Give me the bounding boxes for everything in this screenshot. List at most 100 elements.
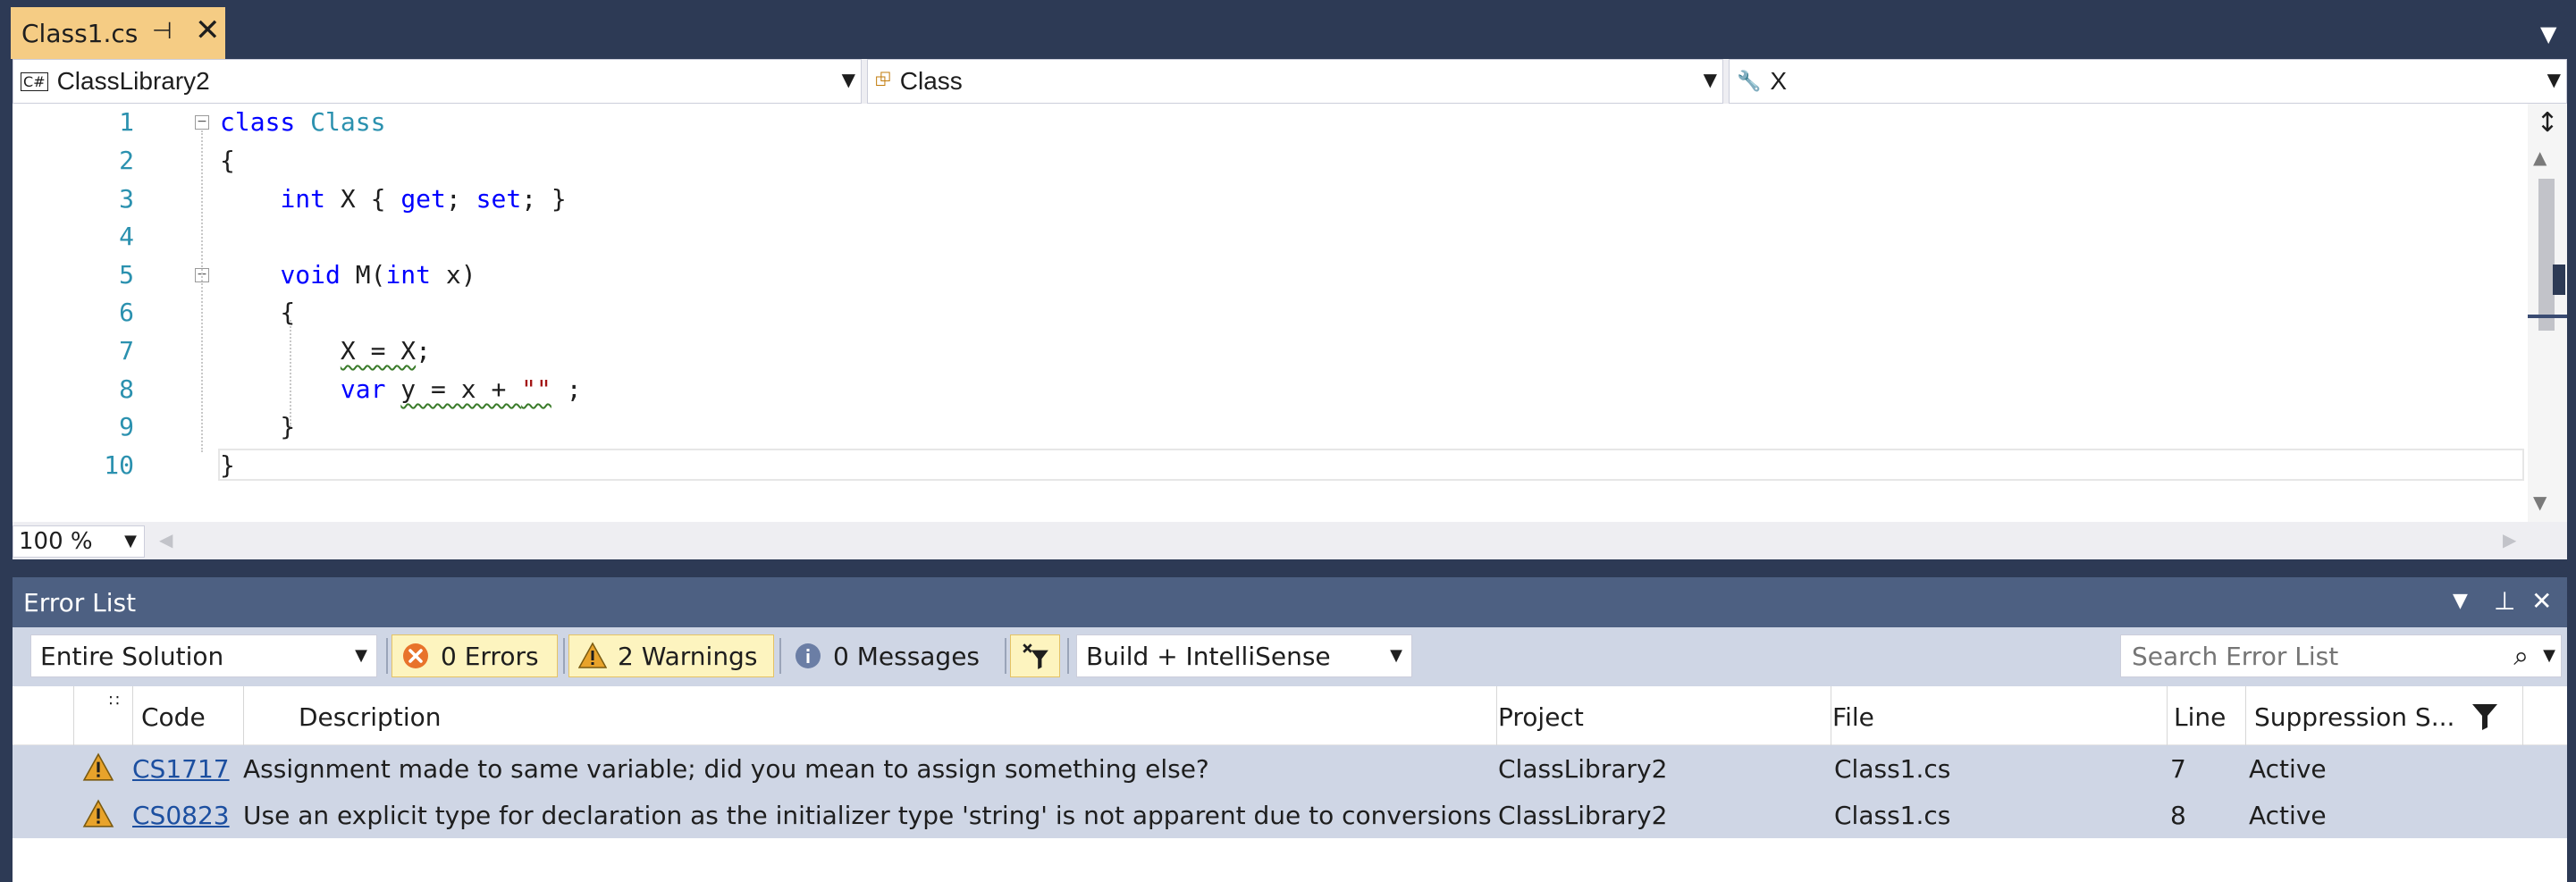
error-list-title-bar[interactable]: Error List ▼ ⊥ ✕: [13, 577, 2567, 627]
document-tab-label: Class1.cs: [21, 18, 139, 48]
document-tab-class1[interactable]: Class1.cs ⊣ ✕: [11, 7, 225, 59]
line-number: 7: [119, 336, 134, 365]
error-code-link[interactable]: CS1717: [132, 754, 230, 784]
property-wrench-icon: 🔧: [1737, 70, 1762, 93]
project-dropdown-value: ClassLibrary2: [56, 67, 210, 95]
chevron-down-icon: ▼: [355, 646, 367, 665]
member-dropdown-value: X: [1770, 67, 1788, 95]
chevron-down-icon: ▼: [124, 532, 137, 550]
scroll-up-arrow-icon[interactable]: ▲: [2533, 147, 2547, 168]
error-file: Class1.cs: [1834, 754, 1951, 784]
warnings-filter-button[interactable]: 2 Warnings: [568, 634, 774, 677]
line-number: 6: [119, 298, 134, 327]
search-icon[interactable]: ⌕: [2513, 641, 2529, 672]
chevron-down-icon: ▼: [1390, 646, 1402, 665]
chevron-down-icon: ▼: [841, 69, 855, 90]
column-header-line[interactable]: Line: [2174, 702, 2226, 732]
csharp-project-icon: C#: [21, 71, 48, 91]
code-line-2: {: [220, 146, 235, 175]
error-project: ClassLibrary2: [1498, 801, 1668, 830]
column-divider[interactable]: [243, 686, 244, 745]
zoom-value: 100 %: [19, 528, 93, 555]
error-list-column-header: ∷ Code Description Project File Line Sup…: [13, 686, 2567, 745]
project-dropdown[interactable]: C# ClassLibrary2 ▼: [13, 59, 862, 104]
error-suppression-state: Active: [2249, 754, 2327, 784]
close-icon[interactable]: ✕: [2531, 586, 2552, 616]
code-line-5: void M(int x): [280, 260, 476, 290]
search-error-list-box[interactable]: ⌕ ▼: [2120, 634, 2562, 677]
line-number: 9: [119, 412, 134, 441]
close-icon[interactable]: ✕: [195, 13, 221, 48]
column-header-description[interactable]: Description: [299, 702, 441, 732]
collapse-region-icon[interactable]: −: [195, 115, 209, 130]
column-header-file[interactable]: File: [1832, 702, 1874, 732]
member-dropdown[interactable]: 🔧 X ▼: [1729, 59, 2567, 104]
column-divider[interactable]: [2245, 686, 2246, 745]
errors-filter-button[interactable]: 0 Errors: [391, 634, 558, 677]
column-filter-icon[interactable]: [2471, 702, 2499, 731]
messages-filter-button[interactable]: 0 Messages: [785, 634, 999, 677]
column-header-suppression[interactable]: Suppression S...: [2254, 702, 2454, 732]
tab-overflow-chevron-down-icon[interactable]: ▼: [2540, 21, 2556, 46]
navigation-bar: C# ClassLibrary2 ▼ ⮺ Class ▼ 🔧 X ▼: [13, 59, 2567, 104]
column-divider[interactable]: [73, 686, 74, 745]
error-file: Class1.cs: [1834, 801, 1951, 830]
filter-clear-icon: [1023, 643, 1048, 669]
type-dropdown-value: Class: [899, 67, 963, 95]
pin-icon[interactable]: ⊥: [2494, 586, 2515, 616]
column-header-code[interactable]: Code: [141, 702, 206, 732]
toolbar-separator: [779, 638, 781, 674]
column-divider[interactable]: [1496, 686, 1497, 745]
build-filter-value: Build + IntelliSense: [1086, 641, 1331, 671]
pin-icon[interactable]: ⊣: [152, 18, 173, 45]
scrollbar-caret-marker: [2553, 265, 2565, 295]
line-number: 3: [119, 184, 134, 214]
messages-filter-label: 0 Messages: [833, 641, 981, 671]
error-list-toolbar: Entire Solution ▼ 0 Errors 2 Warnings 0 …: [13, 627, 2567, 686]
zoom-dropdown[interactable]: 100 % ▼: [13, 525, 145, 558]
scope-dropdown[interactable]: Entire Solution ▼: [30, 634, 377, 677]
toolbar-separator: [1005, 638, 1006, 674]
code-line-1: class Class: [220, 107, 386, 137]
filter-toggle-button[interactable]: [1010, 634, 1060, 677]
info-icon: [796, 643, 821, 668]
code-line-6: {: [220, 298, 296, 327]
chevron-down-icon[interactable]: ▼: [2543, 646, 2555, 665]
search-input[interactable]: [2130, 640, 2491, 672]
line-number: 5: [119, 260, 134, 290]
code-line-9: }: [220, 412, 296, 441]
window-menu-chevron-down-icon[interactable]: ▼: [2453, 590, 2468, 612]
toolbar-separator: [386, 638, 388, 674]
column-header-project[interactable]: Project: [1498, 702, 1584, 732]
line-number: 4: [119, 222, 134, 251]
line-number: 2: [119, 146, 134, 175]
scroll-right-arrow-icon[interactable]: ▶: [2503, 529, 2516, 550]
split-window-icon[interactable]: ↕: [2533, 107, 2562, 139]
code-line-7: X = X;: [340, 336, 432, 365]
chevron-down-icon: ▼: [1703, 69, 1717, 90]
warning-icon: [578, 642, 607, 668]
toolbar-separator: [563, 638, 565, 674]
error-line: 7: [2170, 754, 2186, 784]
error-list-title: Error List: [23, 588, 137, 617]
column-divider[interactable]: [132, 686, 133, 745]
error-list-row[interactable]: CS1717 Assignment made to same variable;…: [13, 745, 2567, 792]
column-divider[interactable]: [2167, 686, 2168, 745]
error-icon: [403, 643, 428, 668]
build-filter-dropdown[interactable]: Build + IntelliSense ▼: [1076, 634, 1412, 677]
warning-icon: [82, 752, 114, 781]
error-list-row[interactable]: CS0823 Use an explicit type for declarat…: [13, 792, 2567, 838]
error-code-link[interactable]: CS0823: [132, 801, 230, 830]
scope-dropdown-value: Entire Solution: [40, 641, 224, 671]
editor-horizontal-scrollbar[interactable]: [13, 522, 2567, 559]
column-chooser-icon[interactable]: ∷: [109, 692, 119, 710]
column-divider[interactable]: [2522, 686, 2523, 745]
error-description: Assignment made to same variable; did yo…: [243, 754, 1209, 784]
scroll-down-arrow-icon[interactable]: ▼: [2533, 491, 2547, 513]
scroll-left-arrow-icon[interactable]: ◀: [159, 529, 173, 550]
type-dropdown[interactable]: ⮺ Class ▼: [867, 59, 1723, 104]
errors-filter-label: 0 Errors: [441, 641, 539, 671]
scrollbar-thumb[interactable]: [2538, 179, 2555, 331]
current-line-highlight: [218, 449, 2524, 481]
toolbar-separator: [1067, 638, 1069, 674]
